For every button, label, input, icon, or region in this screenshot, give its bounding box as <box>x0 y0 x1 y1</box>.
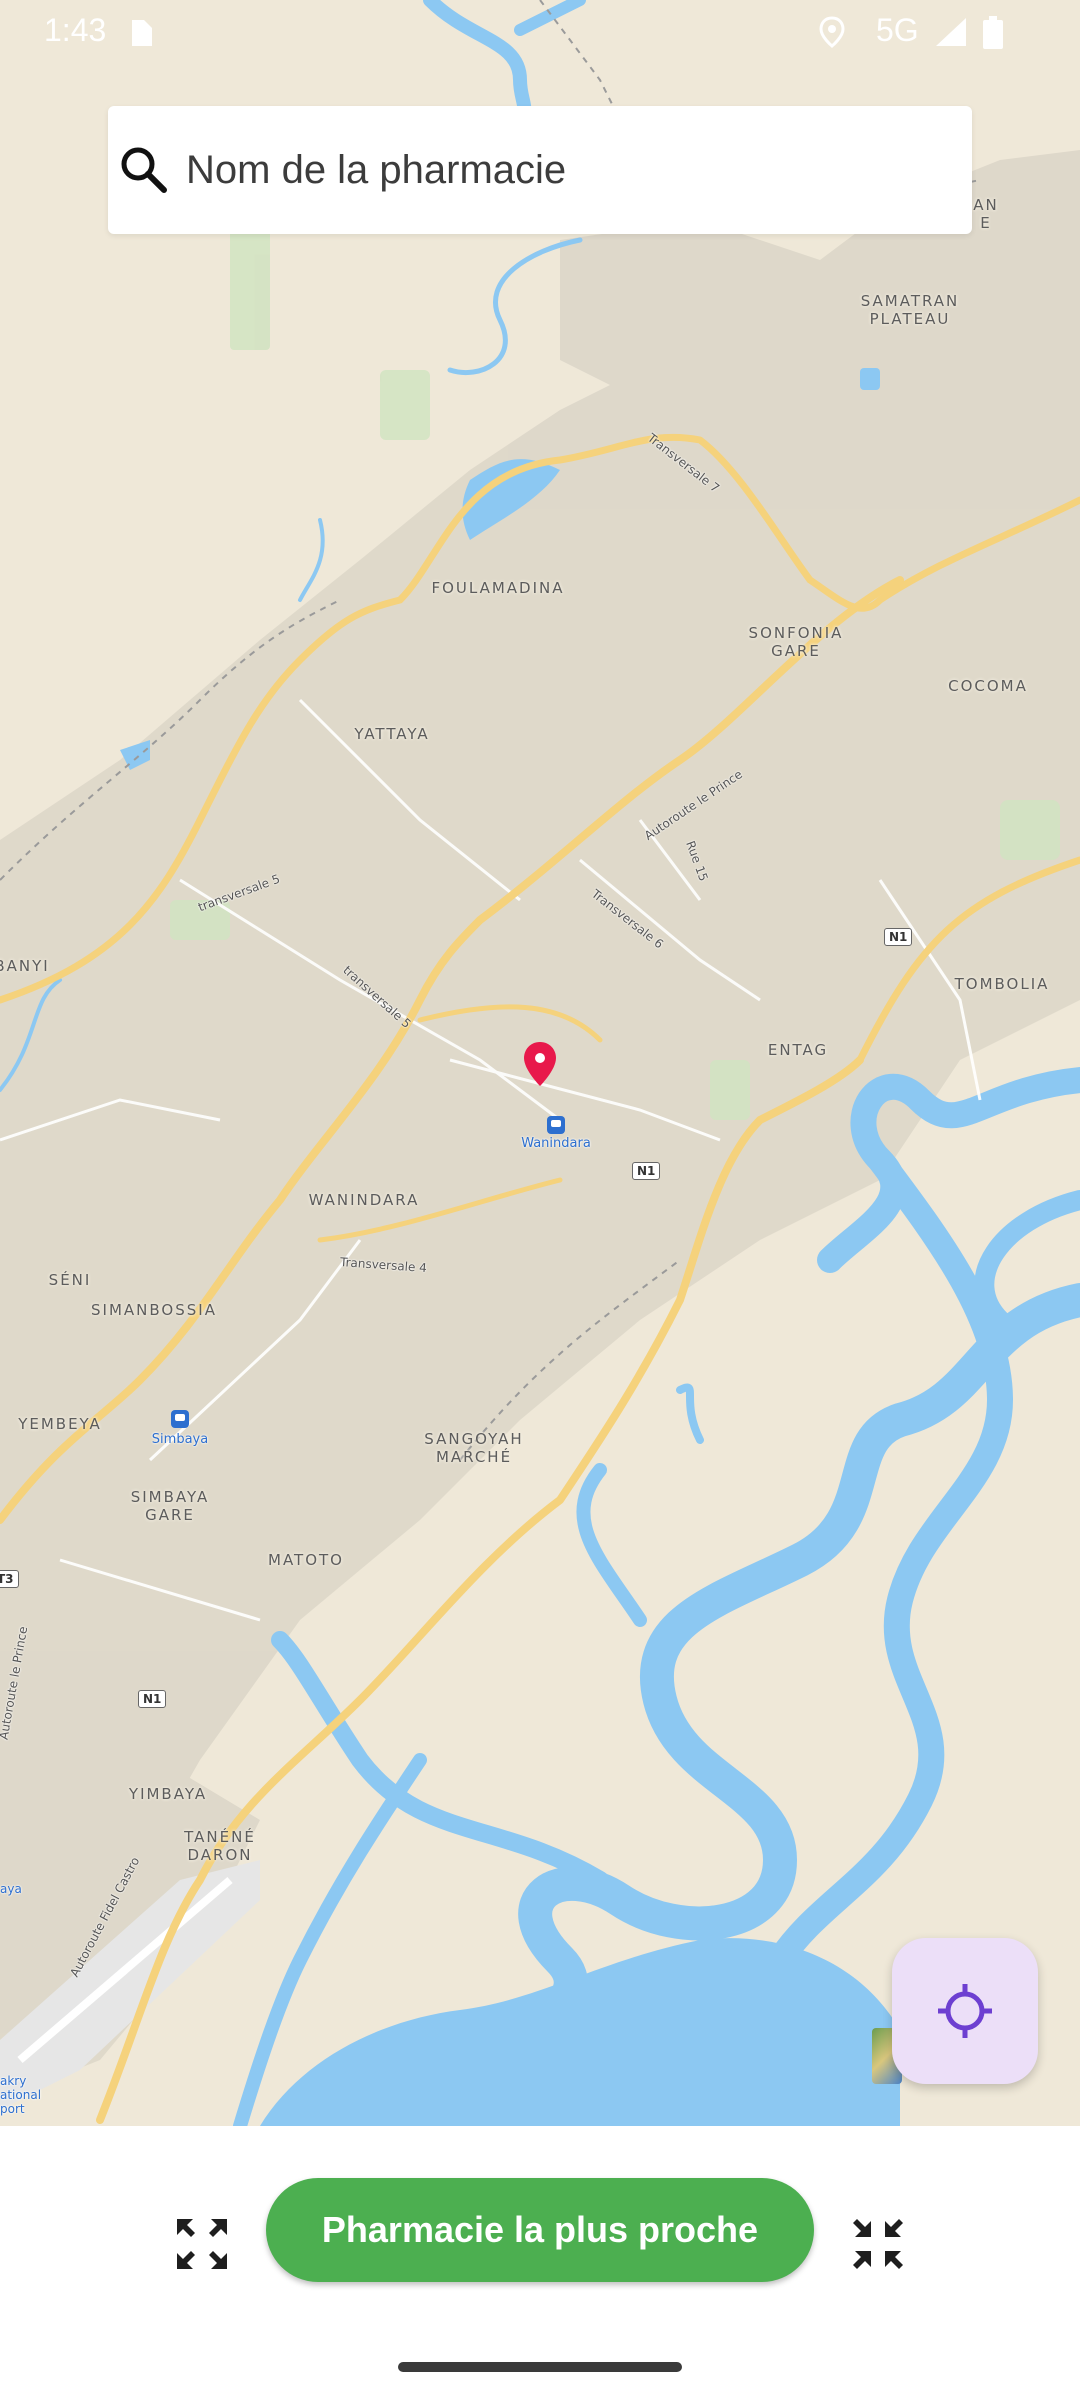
status-time: 1:43 <box>44 12 107 48</box>
bottom-panel: Pharmacie la plus proche <box>0 2126 1080 2400</box>
map-label-wanindara: WANINDARA <box>308 1191 420 1209</box>
app-screen: FOULAMADINA SONFONIA GARE SAMATRAN PLATE… <box>0 0 1080 2400</box>
map-label-tombolia: TOMBOLIA <box>954 975 1050 993</box>
collapse-map-button[interactable] <box>838 2204 918 2284</box>
bus-station-icon[interactable] <box>547 1116 565 1134</box>
station-label-wanindara[interactable]: Wanindara <box>521 1136 591 1151</box>
map-label-simanbossia: SIMANBOSSIA <box>91 1301 217 1319</box>
map-label-sangoyah-marche: SANGOYAH MARCHÉ <box>424 1430 524 1466</box>
map-label-edge-an-e: AN E <box>973 196 999 232</box>
search-input[interactable] <box>184 136 948 204</box>
location-icon <box>819 16 845 48</box>
status-bar: 1:43 5G <box>0 0 1080 64</box>
map-label-yimbaya: YIMBAYA <box>128 1785 208 1803</box>
route-shield-n1-east: N1 <box>884 928 913 946</box>
crosshair-icon <box>938 1984 992 2038</box>
search-icon <box>121 147 167 193</box>
map-label-yembeya: YEMBEYA <box>18 1415 102 1433</box>
signal-icon <box>936 18 966 46</box>
map-label-yattaya: YATTAYA <box>354 725 430 743</box>
map-label-entag: ENTAG <box>767 1041 829 1059</box>
battery-icon <box>983 16 1003 49</box>
map-label-sonfonia-gare: SONFONIA GARE <box>748 624 844 660</box>
map-label-matoto: MATOTO <box>268 1551 344 1569</box>
map-label-cocoma: COCOMA <box>948 677 1028 695</box>
my-location-button[interactable] <box>892 1938 1038 2084</box>
nearest-pharmacy-button[interactable]: Pharmacie la plus proche <box>266 2178 814 2282</box>
edge-label-aya: aya <box>0 1882 22 1896</box>
map-view[interactable]: FOULAMADINA SONFONIA GARE SAMATRAN PLATE… <box>0 0 1080 2126</box>
fullscreen-collapse-icon <box>853 2219 903 2269</box>
station-label-simbaya[interactable]: Simbaya <box>152 1432 208 1447</box>
map-label-seni: SÉNI <box>48 1271 92 1289</box>
sim-card-icon <box>132 20 152 46</box>
map-label-tanene-daron: TANÉNÉ DARON <box>184 1828 256 1864</box>
search-bar[interactable] <box>108 106 972 234</box>
map-label-banyi: BANYI <box>0 957 50 975</box>
network-type: 5G <box>876 12 919 48</box>
edge-label-airport: akry ational port <box>0 2074 42 2116</box>
train-station-icon[interactable] <box>171 1410 189 1428</box>
map-label-samatran-plateau: SAMATRAN PLATEAU <box>860 292 960 328</box>
fullscreen-expand-icon <box>177 2219 227 2269</box>
route-shield-n1-center: N1 <box>632 1162 661 1180</box>
map-label-foulamadina: FOULAMADINA <box>431 579 565 597</box>
expand-map-button[interactable] <box>162 2204 242 2284</box>
map-label-simbaya-gare: SIMBAYA GARE <box>130 1488 210 1524</box>
home-indicator[interactable] <box>398 2362 682 2372</box>
route-shield-n1-south: N1 <box>138 1690 167 1708</box>
route-shield-t3: T3 <box>0 1570 19 1588</box>
location-pin-icon[interactable] <box>522 1040 558 1088</box>
